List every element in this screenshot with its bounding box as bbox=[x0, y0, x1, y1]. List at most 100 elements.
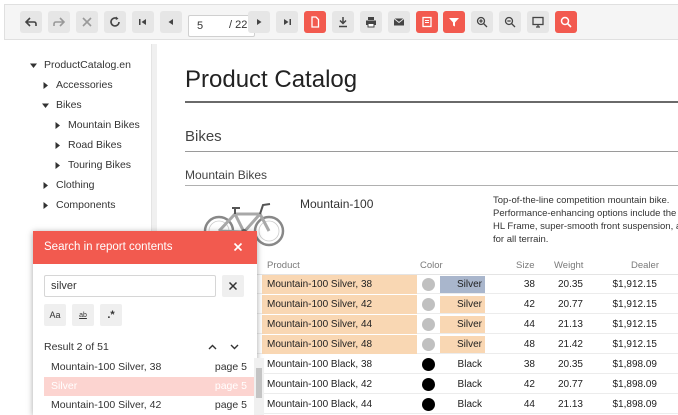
dealer-cell: $1,898.09 bbox=[612, 379, 658, 390]
export-button[interactable] bbox=[332, 11, 354, 33]
print-button[interactable] bbox=[360, 11, 382, 33]
size-cell: 44 bbox=[523, 399, 535, 410]
chevron-down-icon bbox=[230, 344, 238, 350]
dealer-cell: $1,912.15 bbox=[612, 339, 658, 350]
product-cell: Mountain-100 Silver, 38 bbox=[262, 275, 417, 294]
zoom-out-button[interactable] bbox=[499, 11, 521, 33]
results-scrollbar[interactable] bbox=[254, 358, 264, 415]
tree-item-label: Mountain Bikes bbox=[68, 119, 140, 131]
result-text: Mountain-100 Silver, 42 bbox=[51, 399, 162, 411]
chevron-up-icon bbox=[208, 344, 216, 350]
redo-button[interactable] bbox=[48, 11, 70, 33]
next-page-button[interactable] bbox=[248, 11, 270, 33]
previous-result-button[interactable] bbox=[205, 340, 219, 354]
product-cell: Mountain-100 Silver, 42 bbox=[262, 295, 417, 314]
zoom-in-icon bbox=[476, 16, 488, 28]
color-swatch bbox=[422, 378, 435, 391]
search-input[interactable] bbox=[44, 275, 216, 297]
close-icon bbox=[82, 17, 92, 27]
first-page-button[interactable] bbox=[132, 11, 154, 33]
search-button[interactable] bbox=[555, 11, 577, 33]
color-swatch bbox=[422, 398, 435, 411]
size-cell: 42 bbox=[523, 379, 535, 390]
search-results-list: Mountain-100 Silver, 38 page 5 Silver pa… bbox=[44, 358, 264, 415]
match-case-toggle[interactable]: Aa bbox=[44, 304, 66, 326]
fullscreen-icon bbox=[532, 16, 544, 28]
tree-root[interactable]: ProductCatalog.en bbox=[28, 59, 131, 71]
color-swatch bbox=[422, 298, 435, 311]
clear-search-button[interactable] bbox=[222, 275, 244, 297]
regex-icon: .* bbox=[107, 309, 115, 321]
result-page: page 5 bbox=[214, 399, 247, 411]
whole-word-toggle[interactable]: ab bbox=[72, 304, 94, 326]
dealer-cell: $1,898.09 bbox=[612, 399, 658, 410]
fullscreen-button[interactable] bbox=[527, 11, 549, 33]
dealer-cell: $1,898.09 bbox=[612, 359, 658, 370]
tree-item-mountain-bikes[interactable]: Mountain Bikes bbox=[52, 119, 140, 131]
stop-button[interactable] bbox=[76, 11, 98, 33]
dealer-cell: $1,912.15 bbox=[612, 299, 658, 310]
undo-button[interactable] bbox=[20, 11, 42, 33]
color-cell: Silver bbox=[440, 276, 485, 293]
filter-button[interactable] bbox=[443, 11, 465, 33]
tree-item-bikes[interactable]: Bikes bbox=[40, 99, 82, 111]
download-icon bbox=[339, 17, 347, 28]
tree-item-touring-bikes[interactable]: Touring Bikes bbox=[52, 159, 131, 171]
last-page-icon bbox=[284, 19, 291, 25]
search-panel: Search in report contents Aa ab .* Resul… bbox=[33, 231, 264, 415]
subsection-heading: Mountain Bikes bbox=[185, 168, 268, 182]
last-page-button[interactable] bbox=[276, 11, 298, 33]
tree-item-components[interactable]: Components bbox=[40, 199, 116, 211]
regex-toggle[interactable]: .* bbox=[100, 304, 122, 326]
color-cell: Black bbox=[457, 379, 482, 390]
color-swatch bbox=[422, 318, 435, 331]
email-icon bbox=[393, 18, 405, 26]
weight-cell: 20.35 bbox=[557, 359, 583, 370]
zoom-in-button[interactable] bbox=[471, 11, 493, 33]
size-cell: 38 bbox=[523, 359, 535, 370]
page-number-input[interactable] bbox=[197, 16, 225, 36]
tree-item-label: Components bbox=[56, 199, 116, 211]
result-item[interactable]: Mountain-100 Silver, 38 page 5 bbox=[44, 358, 254, 377]
size-cell: 48 bbox=[523, 339, 535, 350]
result-item[interactable]: Mountain-100 Silver, 42 page 5 bbox=[44, 396, 254, 415]
search-panel-header: Search in report contents bbox=[33, 231, 257, 264]
save-icon bbox=[422, 16, 432, 28]
next-page-icon bbox=[257, 19, 262, 25]
print-icon bbox=[366, 17, 376, 28]
prev-page-button[interactable] bbox=[160, 11, 182, 33]
weight-cell: 20.35 bbox=[557, 279, 583, 290]
caret-down-icon bbox=[40, 100, 50, 110]
page-number-box: / 22 bbox=[188, 15, 255, 37]
product-cell: Mountain-100 Silver, 44 bbox=[262, 315, 417, 334]
product-cell: Mountain-100 Silver, 48 bbox=[262, 335, 417, 354]
document-icon bbox=[311, 16, 320, 28]
tree-item-label: Touring Bikes bbox=[68, 159, 132, 171]
save-button[interactable] bbox=[416, 11, 438, 33]
email-button[interactable] bbox=[388, 11, 410, 33]
result-counter: Result 2 of 51 bbox=[44, 341, 109, 353]
column-weight: Weight bbox=[554, 260, 584, 271]
color-cell: Silver bbox=[440, 296, 485, 313]
tree-item-road-bikes[interactable]: Road Bikes bbox=[52, 139, 122, 151]
prev-page-icon bbox=[168, 19, 173, 25]
model-description: Top-of-the-line competition mountain bik… bbox=[493, 194, 678, 246]
next-result-button[interactable] bbox=[227, 340, 241, 354]
color-swatch bbox=[422, 358, 435, 371]
tree-item-clothing[interactable]: Clothing bbox=[40, 179, 95, 191]
column-dealer: Dealer bbox=[631, 260, 659, 271]
scrollbar-thumb[interactable] bbox=[256, 368, 262, 398]
weight-cell: 21.13 bbox=[557, 319, 583, 330]
refresh-button[interactable] bbox=[104, 11, 126, 33]
zoom-out-icon bbox=[504, 16, 516, 28]
tree-item-accessories[interactable]: Accessories bbox=[40, 79, 113, 91]
design-button[interactable] bbox=[304, 11, 326, 33]
color-cell: Black bbox=[457, 359, 482, 370]
match-case-icon: Aa bbox=[49, 310, 61, 320]
model-name: Mountain-100 bbox=[300, 197, 374, 211]
close-icon[interactable] bbox=[231, 240, 245, 254]
product-cell: Mountain-100 Black, 42 bbox=[267, 379, 373, 390]
tree-item-label: Road Bikes bbox=[68, 139, 122, 151]
undo-icon bbox=[25, 17, 37, 27]
result-item-selected[interactable]: Silver page 5 bbox=[44, 377, 254, 396]
